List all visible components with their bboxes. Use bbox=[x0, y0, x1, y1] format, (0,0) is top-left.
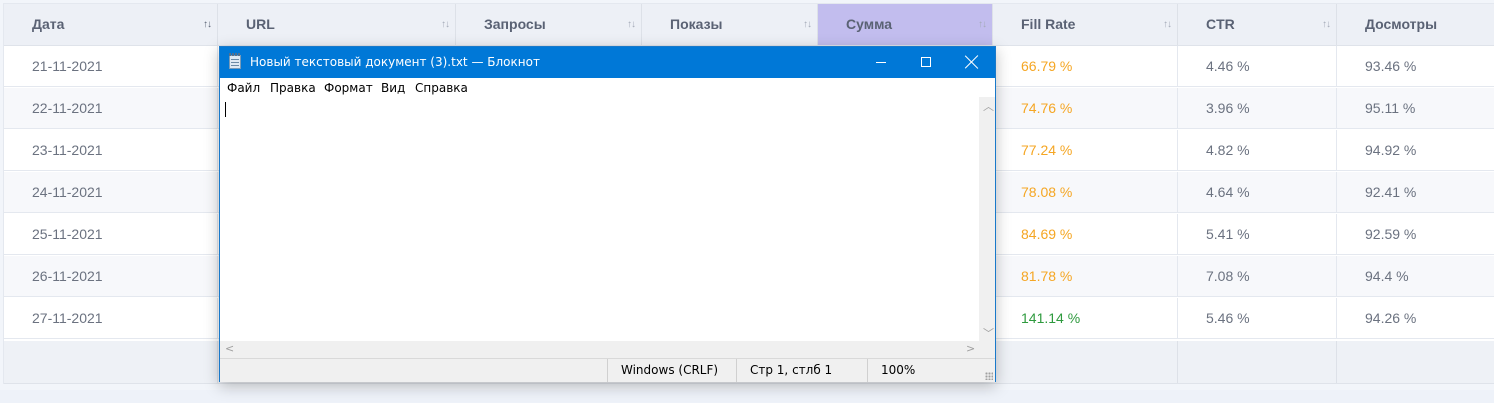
maximize-button[interactable] bbox=[903, 47, 949, 78]
cell-ctr: 5.41 % bbox=[1178, 214, 1337, 255]
cell-date: 21-11-2021 bbox=[4, 46, 218, 87]
table-header: Дата ↑↓ URL ↑↓ Запросы ↑↓ Показы ↑↓ Сумма ↑↓ … bbox=[4, 4, 1494, 46]
notepad-window[interactable]: Новый текстовый документ (3).txt — Блокн… bbox=[219, 46, 996, 382]
column-header-views[interactable]: Досмотры bbox=[1337, 4, 1494, 45]
status-bar: Windows (CRLF) Стр 1, стлб 1 100% bbox=[220, 358, 995, 382]
cell-fill-rate: 77.24 % bbox=[993, 130, 1178, 171]
cell-ctr: 3.96 % bbox=[1178, 88, 1337, 129]
cell-views: 93.46 % bbox=[1365, 58, 1417, 74]
cell-ctr: 4.46 % bbox=[1178, 46, 1337, 87]
cell-views: 92.59 % bbox=[1365, 226, 1417, 242]
menubar: Файл Правка Формат Вид Справка bbox=[220, 78, 995, 98]
maximize-icon bbox=[921, 57, 931, 67]
sort-icon[interactable]: ↑↓ bbox=[203, 4, 212, 45]
minimize-button[interactable] bbox=[858, 47, 904, 78]
column-header-requests[interactable]: Запросы ↑↓ bbox=[456, 4, 642, 45]
cell-date: 23-11-2021 bbox=[4, 130, 218, 171]
cell-fill-rate: 78.08 % bbox=[993, 172, 1178, 213]
notepad-app-icon[interactable] bbox=[229, 53, 241, 69]
close-icon bbox=[965, 55, 979, 69]
cell-fill-rate: 74.76 % bbox=[993, 88, 1178, 129]
menu-format[interactable]: Формат bbox=[324, 78, 373, 98]
cell-ctr: 4.82 % bbox=[1178, 130, 1337, 171]
scroll-up-icon[interactable]: ︿ bbox=[983, 98, 994, 114]
sort-icon[interactable]: ↑↓ bbox=[978, 4, 987, 45]
page-bottom-strip bbox=[0, 390, 1494, 403]
window-title: Новый текстовый документ (3).txt — Блокн… bbox=[250, 55, 540, 69]
vertical-scrollbar[interactable]: ︿ ﹀ bbox=[979, 97, 995, 341]
cell-ctr: 7.08 % bbox=[1178, 256, 1337, 297]
cell-fill-rate: 84.69 % bbox=[993, 214, 1178, 255]
scroll-down-icon[interactable]: ﹀ bbox=[983, 325, 994, 341]
totals-cell bbox=[1178, 341, 1337, 383]
cell-date: 24-11-2021 bbox=[4, 172, 218, 213]
column-header-impressions[interactable]: Показы ↑↓ bbox=[642, 4, 818, 45]
minimize-icon bbox=[876, 62, 886, 63]
cell-date: 25-11-2021 bbox=[4, 214, 218, 255]
cell-views: 92.41 % bbox=[1365, 184, 1417, 200]
horizontal-scrollbar[interactable]: < > bbox=[220, 341, 979, 358]
scroll-left-icon[interactable]: < bbox=[225, 342, 234, 355]
status-zoom: 100% bbox=[867, 359, 987, 382]
cell-views: 94.26 % bbox=[1365, 310, 1417, 326]
menu-help[interactable]: Справка bbox=[415, 78, 468, 98]
totals-cell bbox=[4, 341, 218, 383]
resize-grip-icon[interactable] bbox=[985, 372, 993, 380]
status-encoding: Windows (CRLF) bbox=[607, 359, 736, 382]
menu-file[interactable]: Файл bbox=[227, 78, 260, 98]
cell-fill-rate: 141.14 % bbox=[993, 298, 1178, 339]
sort-icon[interactable]: ↑↓ bbox=[1163, 4, 1172, 45]
menu-edit[interactable]: Правка bbox=[270, 78, 316, 98]
column-header-sum[interactable]: Сумма ↑↓ bbox=[818, 4, 993, 45]
column-header-date[interactable]: Дата ↑↓ bbox=[4, 4, 218, 45]
totals-cell bbox=[993, 341, 1178, 383]
column-header-url[interactable]: URL ↑↓ bbox=[218, 4, 456, 45]
text-editor[interactable] bbox=[220, 97, 979, 341]
sort-icon[interactable]: ↑↓ bbox=[803, 4, 812, 45]
cell-views: 94.92 % bbox=[1365, 142, 1417, 158]
sort-icon[interactable]: ↑↓ bbox=[441, 4, 450, 45]
status-cursor-position: Стр 1, стлб 1 bbox=[736, 359, 867, 382]
notepad-titlebar[interactable]: Новый текстовый документ (3).txt — Блокн… bbox=[220, 47, 995, 78]
cell-date: 27-11-2021 bbox=[4, 298, 218, 339]
cell-ctr: 5.46 % bbox=[1178, 298, 1337, 339]
cell-date: 26-11-2021 bbox=[4, 256, 218, 297]
cell-views: 95.11 % bbox=[1365, 100, 1416, 116]
sort-icon[interactable]: ↑↓ bbox=[627, 4, 636, 45]
scrollbar-corner bbox=[979, 341, 995, 358]
cell-fill-rate: 66.79 % bbox=[993, 46, 1178, 87]
scroll-right-icon[interactable]: > bbox=[966, 342, 975, 355]
close-button[interactable] bbox=[949, 47, 995, 78]
column-header-ctr[interactable]: CTR ↑↓ bbox=[1178, 4, 1337, 45]
text-caret bbox=[225, 102, 226, 117]
cell-fill-rate: 81.78 % bbox=[993, 256, 1178, 297]
sort-icon[interactable]: ↑↓ bbox=[1322, 4, 1331, 45]
cell-date: 22-11-2021 bbox=[4, 88, 218, 129]
cell-views: 94.4 % bbox=[1365, 268, 1409, 284]
column-header-fill-rate[interactable]: Fill Rate ↑↓ bbox=[993, 4, 1178, 45]
cell-ctr: 4.64 % bbox=[1178, 172, 1337, 213]
menu-view[interactable]: Вид bbox=[381, 78, 405, 98]
